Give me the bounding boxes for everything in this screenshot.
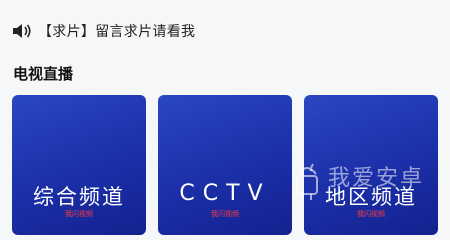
android-robot-icon (296, 163, 318, 200)
channel-name: 综合频道 (33, 185, 125, 209)
speaker-icon (13, 24, 31, 38)
notice-text: 【求片】留言求片请看我 (38, 24, 196, 40)
channel-card-general[interactable]: 综合频道 我闪视频 (12, 95, 146, 235)
channel-name: CCTV (179, 181, 271, 206)
channel-card-cctv[interactable]: CCTV 我闪视频 (158, 95, 292, 235)
section-title: 电视直播 (13, 65, 74, 83)
channel-tag: 我闪视频 (211, 210, 239, 218)
watermark-text: 我爱安卓 (328, 166, 425, 191)
notice-bar[interactable]: 【求片】留言求片请看我 (12, 18, 195, 44)
channel-tag: 我闪视频 (65, 210, 93, 218)
watermark: 我爱安卓 (292, 156, 442, 216)
